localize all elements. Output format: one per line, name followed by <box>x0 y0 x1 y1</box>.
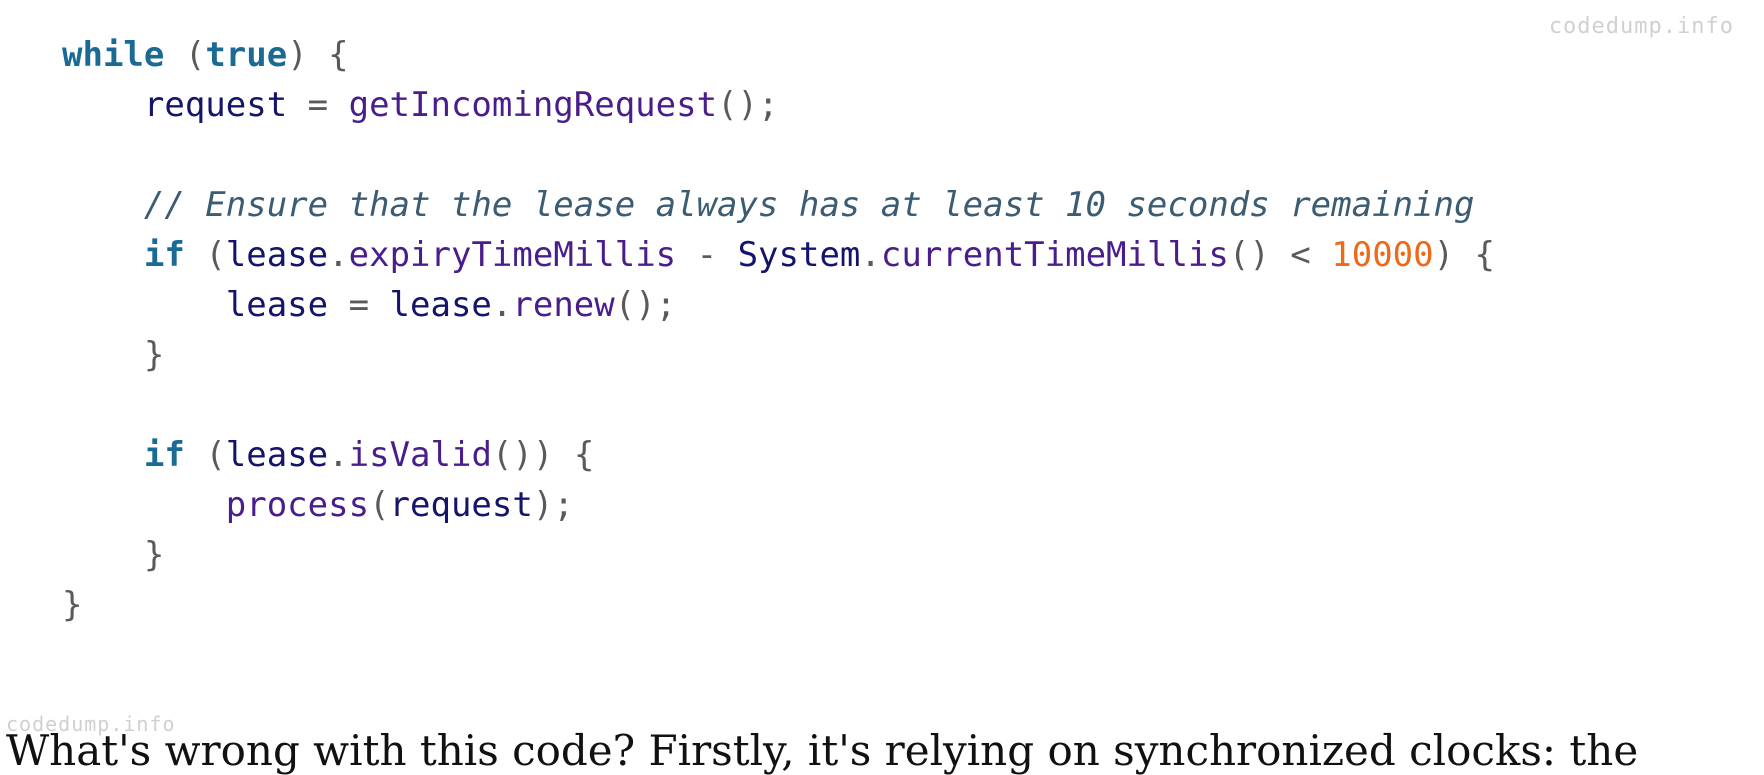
code-line: } <box>62 580 1495 630</box>
code-token: - <box>676 235 738 275</box>
code-token: ) { <box>1433 235 1496 275</box>
code-token: (); <box>614 285 677 325</box>
code-token: ()) { <box>491 435 595 475</box>
code-token: ( <box>164 35 206 75</box>
code-token: } <box>62 585 83 625</box>
code-token: renew <box>512 285 615 325</box>
code-token: . <box>860 235 881 275</box>
code-token: System <box>737 235 861 275</box>
code-token: ( <box>184 235 226 275</box>
code-token: . <box>328 235 349 275</box>
code-token: } <box>143 535 165 575</box>
code-token: getIncomingRequest <box>348 85 718 125</box>
code-token: if <box>143 435 185 475</box>
prose-line: What's wrong with this code? Firstly, it… <box>6 726 1639 775</box>
code-token: (); <box>717 85 779 125</box>
code-token: true <box>205 35 288 75</box>
code-token: } <box>143 335 165 375</box>
code-line: lease = lease.renew(); <box>62 280 1495 330</box>
code-token: expiryTimeMillis <box>348 235 677 275</box>
code-line: process(request); <box>62 480 1495 530</box>
code-token: request <box>389 485 533 525</box>
code-token: ( <box>184 435 226 475</box>
code-line: request = getIncomingRequest(); <box>62 80 1495 130</box>
code-line: } <box>62 330 1495 380</box>
code-token: lease <box>389 285 492 325</box>
code-line: if (lease.expiryTimeMillis - System.curr… <box>62 230 1495 280</box>
code-token: () < <box>1228 235 1332 275</box>
code-token: if <box>143 235 185 275</box>
code-token: 10000 <box>1331 235 1434 275</box>
code-token: = <box>328 285 390 325</box>
code-token: . <box>328 435 349 475</box>
watermark-top: codedump.info <box>1548 14 1734 39</box>
code-token: // Ensure that the lease always has at l… <box>143 185 1475 225</box>
code-token: while <box>62 35 165 75</box>
code-token: ( <box>369 485 390 525</box>
code-token: process <box>225 485 370 525</box>
code-token: ); <box>532 485 574 525</box>
code-token: lease <box>225 285 329 325</box>
code-token: lease <box>225 435 329 475</box>
code-block: while (true) { request = getIncomingRequ… <box>62 30 1495 630</box>
code-token: isValid <box>348 435 492 475</box>
code-token: request <box>143 85 288 125</box>
code-token: lease <box>225 235 329 275</box>
code-line: } <box>62 530 1495 580</box>
code-token: = <box>287 85 349 125</box>
code-token: currentTimeMillis <box>880 235 1229 275</box>
code-line: // Ensure that the lease always has at l… <box>62 180 1495 230</box>
code-line: if (lease.isValid()) { <box>62 430 1495 480</box>
code-line: while (true) { <box>62 30 1495 80</box>
code-token: . <box>491 285 513 325</box>
code-token: ) { <box>287 35 349 75</box>
